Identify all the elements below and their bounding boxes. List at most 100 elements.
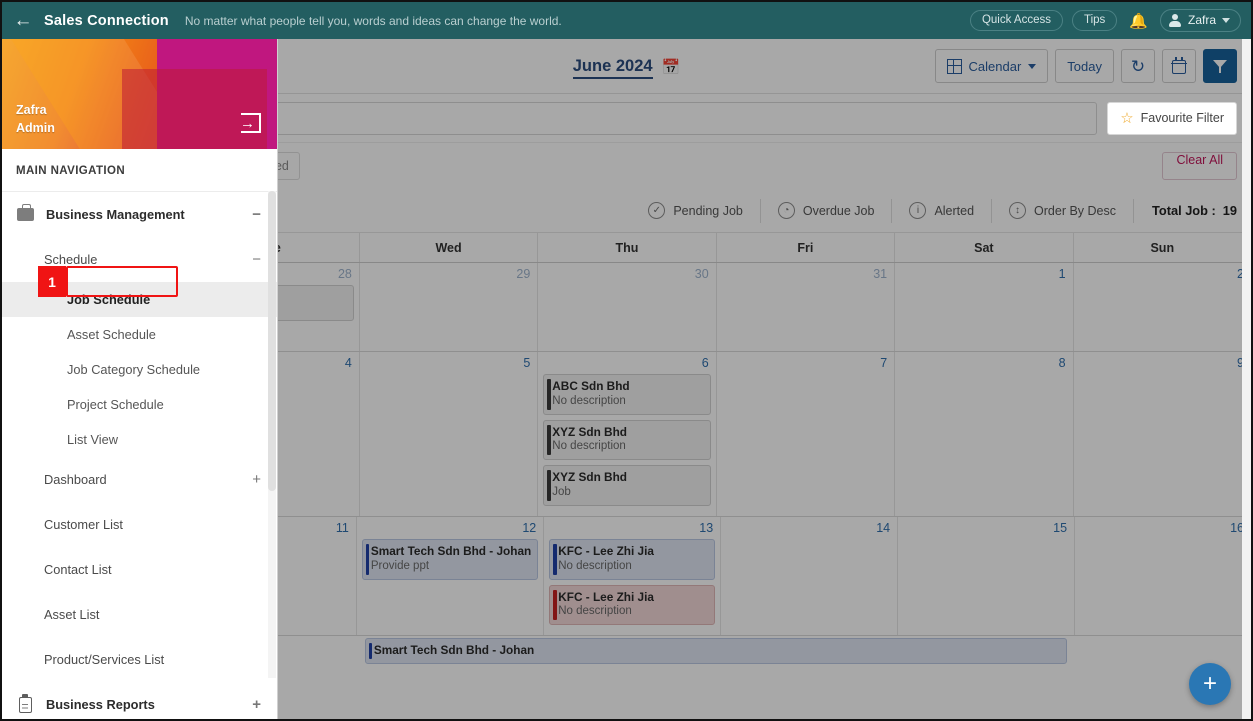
calendar-day-cell[interactable]: 13 KFC - Lee Zhi Jia No description KFC - L… (543, 517, 720, 636)
clear-all-button[interactable]: Clear All (1162, 152, 1237, 180)
legend-overdue-job[interactable]: ◔ Overdue Job (759, 198, 892, 223)
sidebar-item-project-schedule[interactable]: Project Schedule (2, 387, 277, 422)
event-title: KFC - Lee Zhi Jia (558, 589, 654, 604)
avatar-icon (1169, 13, 1182, 27)
logout-icon[interactable]: → (240, 113, 261, 133)
calendar-day-cell[interactable]: 6 ABC Sdn Bhd No description XYZ Sdn Bhd No … (537, 352, 715, 517)
sidebar-item-asset-list[interactable]: Asset List (2, 592, 277, 637)
day-header-wed: Wed (358, 233, 537, 262)
day-number: 8 (1058, 356, 1066, 370)
calendar-event-card[interactable]: KFC - Lee Zhi Jia No description (549, 584, 716, 626)
spanning-event-holder: Smart Tech Sdn Bhd - Johan (359, 636, 1073, 665)
date-picker-button[interactable] (1162, 49, 1196, 83)
main-scrollbar[interactable] (1242, 39, 1251, 719)
day-number: 2 (1237, 267, 1244, 281)
sidebar-item-label: Schedule (44, 252, 98, 267)
sidebar-item-business-management[interactable]: Business Management − (2, 192, 277, 237)
day-number: 7 (880, 356, 888, 370)
calendar-day-cell[interactable]: 31 (715, 263, 894, 351)
calendar-event-card[interactable]: KFC - Lee Zhi Jia No description (549, 539, 716, 580)
sidebar-item-business-reports[interactable]: Business Reports + (2, 682, 277, 719)
sidebar-item-label: Asset Schedule (67, 327, 156, 342)
sidebar-item-asset-schedule[interactable]: Asset Schedule (2, 317, 277, 352)
day-number: 12 (522, 521, 537, 536)
sidebar-item-job-category-schedule[interactable]: Job Category Schedule (2, 352, 277, 387)
sidebar-item-dashboard[interactable]: Dashboard + (2, 457, 277, 502)
calendar-event-card[interactable]: XYZ Sdn Bhd Job (543, 465, 711, 507)
sidebar-scrollbar-thumb[interactable] (268, 191, 276, 491)
calendar-day-cell[interactable]: 7 (715, 352, 894, 517)
sidebar-item-list-view[interactable]: List View (2, 422, 277, 457)
collapse-icon[interactable]: − (252, 207, 261, 222)
calendar-event-card-spanning[interactable]: Smart Tech Sdn Bhd - Johan (364, 638, 1067, 665)
calendar-day-cell[interactable]: 30 (537, 263, 715, 351)
collapse-icon[interactable]: − (252, 252, 261, 267)
quick-access-button[interactable]: Quick Access (969, 10, 1063, 31)
app-tagline: No matter what people tell you, words an… (184, 13, 562, 28)
view-selector-label: Calendar (968, 58, 1022, 74)
event-description: No description (558, 559, 632, 572)
calendar-icon[interactable]: 📅 (662, 58, 681, 76)
legend-alerted[interactable]: i Alerted (891, 198, 991, 223)
day-number: 31 (873, 267, 888, 281)
notification-bell-icon[interactable]: 🔔 (1126, 12, 1151, 30)
sidebar-item-product-services-list[interactable]: Product/Services List (2, 637, 277, 682)
sidebar-item-label: Customer List (44, 517, 123, 532)
back-arrow-icon[interactable]: ← (10, 8, 36, 34)
star-icon: ☆ (1120, 110, 1134, 127)
calendar-day-cell[interactable]: 2 (1072, 263, 1251, 351)
sidebar-user-role: Admin (16, 120, 55, 135)
filter-funnel-icon (1212, 59, 1228, 73)
calendar-day-cell[interactable]: 9 (1072, 352, 1251, 517)
event-description: Job (552, 486, 571, 499)
sidebar-item-customer-list[interactable]: Customer List (2, 502, 277, 547)
sidebar-item-label: Product/Services List (44, 652, 165, 667)
calendar-event-card[interactable]: XYZ Sdn Bhd No description (543, 419, 711, 461)
sidebar-drawer: Zafra Admin → MAIN NAVIGATION Business M… (2, 39, 278, 719)
calendar-day-cell[interactable]: 16 (1074, 517, 1251, 636)
favourite-filter-button[interactable]: ☆ Favourite Filter (1107, 101, 1237, 135)
calendar-event-card[interactable]: ABC Sdn Bhd No description (543, 374, 711, 415)
filter-button[interactable] (1203, 49, 1237, 83)
user-menu-button[interactable]: Zafra (1159, 9, 1241, 32)
main-navigation-title: MAIN NAVIGATION (2, 149, 277, 192)
total-job-counter: Total Job : 19 (1133, 198, 1237, 223)
today-button[interactable]: Today (1055, 49, 1114, 83)
info-circle-icon: i (909, 202, 927, 219)
sidebar-item-contact-list[interactable]: Contact List (2, 547, 277, 592)
day-header-sun: Sun (1072, 233, 1251, 262)
month-title[interactable]: June 2024 (572, 56, 653, 79)
sidebar-user-block: Zafra Admin (16, 101, 55, 137)
view-selector-button[interactable]: Calendar (934, 49, 1049, 83)
clipboard-icon (16, 694, 34, 714)
calendar-day-cell[interactable]: 14 (720, 517, 897, 636)
sidebar-item-label: List View (67, 432, 118, 447)
event-title: XYZ Sdn Bhd (552, 470, 627, 485)
legend-pending-job[interactable]: ✓ Pending Job (631, 199, 760, 223)
add-job-fab[interactable]: + (1189, 663, 1231, 705)
sidebar-item-label: Job Schedule (67, 292, 151, 307)
calendar-day-cell[interactable]: 5 (358, 352, 537, 517)
event-title: XYZ Sdn Bhd (552, 424, 627, 439)
expand-icon[interactable]: + (252, 472, 261, 487)
refresh-button[interactable]: ↻ (1121, 49, 1155, 83)
event-title: KFC - Lee Zhi Jia (558, 544, 654, 559)
sidebar-item-label: Business Management (46, 207, 185, 222)
expand-icon[interactable]: + (252, 697, 261, 712)
tips-button[interactable]: Tips (1071, 10, 1118, 31)
calendar-event-card[interactable]: Smart Tech Sdn Bhd - Johan Provide ppt (361, 539, 539, 580)
decorative-shape (122, 69, 267, 149)
calendar-day-cell[interactable]: 8 (894, 352, 1072, 517)
calendar-day-cell[interactable]: 15 (897, 517, 1074, 636)
day-number: 29 (516, 267, 531, 281)
calendar-day-cell[interactable]: 1 (894, 263, 1072, 351)
legend-label: Order By Desc (1034, 203, 1117, 218)
total-job-label: Total Job : (1152, 203, 1216, 218)
day-header-fri: Fri (715, 233, 894, 262)
legend-order-by-desc[interactable]: ↕ Order By Desc (991, 198, 1133, 223)
calendar-day-cell[interactable]: 12 Smart Tech Sdn Bhd - Johan Provide ppt (355, 517, 543, 636)
day-number: 13 (699, 521, 714, 536)
grid-view-icon (946, 58, 962, 74)
calendar-day-cell[interactable]: 29 (358, 263, 537, 351)
legend-label: Pending Job (673, 203, 743, 218)
